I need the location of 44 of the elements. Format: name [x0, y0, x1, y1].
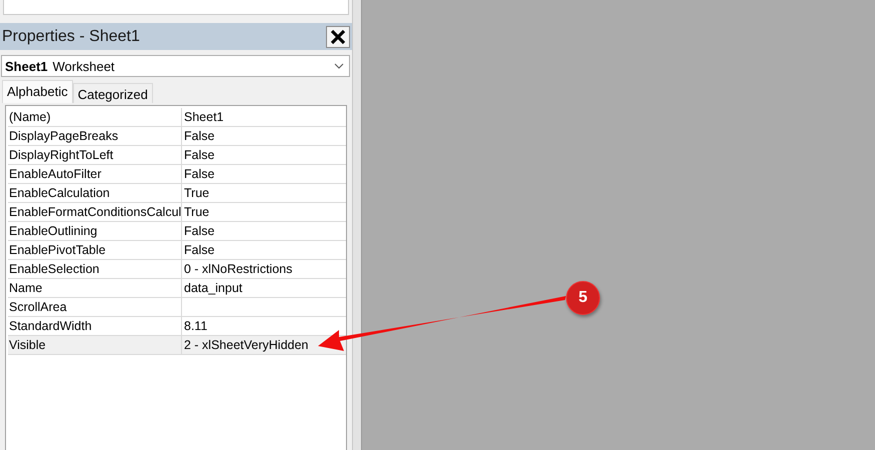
property-row[interactable]: EnableOutlining False [8, 222, 346, 241]
object-dropdown[interactable]: Sheet1 Worksheet [1, 55, 350, 77]
property-value: False [184, 148, 215, 162]
property-name: Name [8, 280, 44, 297]
property-value: Sheet1 [184, 110, 224, 124]
property-name: DisplayPageBreaks [8, 128, 120, 145]
property-value: 8.11 [184, 319, 208, 333]
property-row[interactable]: EnableFormatConditionsCalcul True [8, 203, 346, 222]
property-value: False [184, 129, 215, 143]
property-row[interactable]: EnableAutoFilter False [8, 165, 346, 184]
property-name: EnableSelection [8, 261, 100, 278]
panel-title: Properties - Sheet1 [2, 28, 140, 46]
tab[interactable]: Alphabetic [2, 80, 73, 103]
property-row[interactable]: Name data_input [8, 279, 346, 298]
property-row[interactable]: Visible 2 - xlSheetVeryHidden [8, 336, 346, 355]
property-value: 2 - xlSheetVeryHidden [184, 338, 308, 352]
property-name: EnablePivotTable [8, 242, 107, 259]
property-name: EnableCalculation [8, 185, 111, 202]
property-row[interactable]: (Name) Sheet1 [8, 108, 346, 127]
property-name: Visible [8, 337, 47, 354]
property-value: 0 - xlNoRestrictions [184, 262, 292, 276]
property-name: DisplayRightToLeft [8, 147, 114, 164]
property-value: False [184, 224, 215, 238]
property-name: EnableOutlining [8, 223, 98, 240]
property-name: EnableAutoFilter [8, 166, 102, 183]
property-row[interactable]: EnableSelection 0 - xlNoRestrictions [8, 260, 346, 279]
property-value: data_input [184, 281, 242, 295]
close-button[interactable] [326, 26, 350, 48]
property-value: True [184, 186, 210, 200]
property-value: True [184, 205, 210, 219]
property-name: StandardWidth [8, 318, 93, 335]
property-value: False [184, 167, 215, 181]
chevron-icon [334, 63, 344, 69]
property-value: False [184, 243, 215, 257]
property-name: ScrollArea [8, 299, 68, 316]
property-row[interactable]: DisplayPageBreaks False [8, 127, 346, 146]
property-row[interactable]: EnablePivotTable False [8, 241, 346, 260]
property-row[interactable]: ScrollArea [8, 298, 346, 317]
property-row[interactable]: EnableCalculation True [8, 184, 346, 203]
property-row[interactable]: DisplayRightToLeft False [8, 146, 346, 165]
property-name: EnableFormatConditionsCalcul [8, 204, 181, 221]
property-name: (Name) [8, 109, 52, 126]
tab[interactable]: Categorized [72, 83, 153, 103]
close-icon [330, 28, 346, 44]
